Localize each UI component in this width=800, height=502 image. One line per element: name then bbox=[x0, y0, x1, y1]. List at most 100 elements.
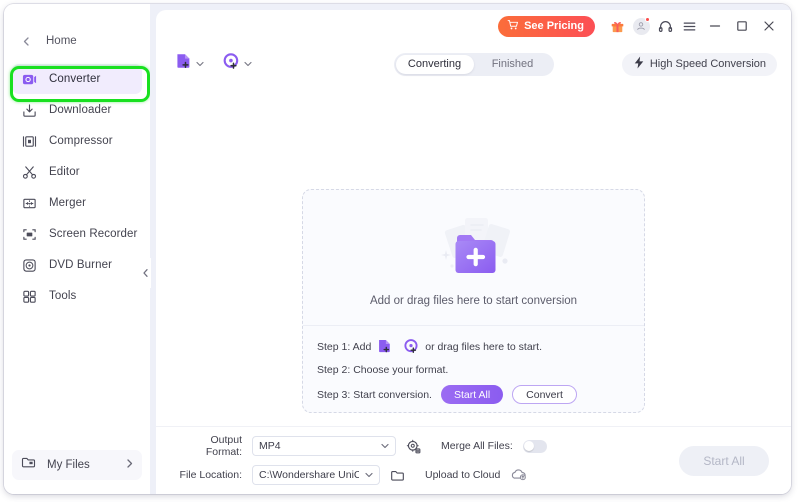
chevron-down-icon bbox=[381, 442, 389, 451]
dvd-burner-icon bbox=[21, 257, 38, 274]
downloader-icon bbox=[21, 102, 38, 119]
sidebar-item-label: Compressor bbox=[49, 135, 113, 147]
file-location-label: File Location: bbox=[174, 469, 242, 481]
step-3-prefix: Step 3: Start conversion. bbox=[317, 389, 432, 401]
my-files-label: My Files bbox=[47, 459, 127, 471]
sidebar-item-label: Converter bbox=[49, 73, 100, 85]
file-location-value: C:\Wondershare UniConverter bbox=[259, 469, 359, 481]
merge-all-files-label: Merge All Files: bbox=[441, 440, 513, 452]
main-panel: See Pricing bbox=[156, 10, 791, 494]
lightning-bolt-icon bbox=[633, 56, 645, 72]
add-file-button[interactable] bbox=[174, 52, 204, 76]
toolbar: Converting Finished High Speed Conversio… bbox=[156, 42, 791, 86]
sidebar-footer: My Files bbox=[4, 450, 150, 494]
dropzone-caption: Add or drag files here to start conversi… bbox=[370, 295, 577, 307]
minimize-icon[interactable] bbox=[703, 14, 727, 38]
high-speed-conversion-label: High Speed Conversion bbox=[650, 58, 766, 70]
step-1-suffix: or drag files here to start. bbox=[425, 341, 542, 353]
step-3: Step 3: Start conversion. Start All Conv… bbox=[317, 385, 630, 404]
sidebar-item-label: Downloader bbox=[49, 104, 111, 116]
scissors-icon bbox=[21, 164, 38, 181]
output-format-row: Output Format: MP4 bbox=[174, 436, 547, 456]
sidebar-item-merger[interactable]: Merger bbox=[12, 188, 142, 218]
sidebar-item-screen-recorder[interactable]: Screen Recorder bbox=[12, 219, 142, 249]
start-all-button[interactable]: Start All bbox=[679, 446, 769, 476]
file-dropzone[interactable]: Add or drag files here to start conversi… bbox=[302, 189, 645, 413]
tab-converting[interactable]: Converting bbox=[396, 55, 474, 74]
output-format-value: MP4 bbox=[259, 440, 375, 452]
maximize-icon[interactable] bbox=[730, 14, 754, 38]
merge-all-files-row: Merge All Files: bbox=[441, 440, 547, 453]
step-2-prefix: Step 2: Choose your format. bbox=[317, 364, 448, 376]
tools-grid-icon bbox=[21, 288, 38, 305]
footer-fields: Output Format: MP4 bbox=[174, 436, 547, 485]
footer-bar: Output Format: MP4 bbox=[156, 426, 791, 494]
start-all-inline-button[interactable]: Start All bbox=[441, 385, 503, 404]
add-file-icon bbox=[174, 52, 193, 76]
see-pricing-button[interactable]: See Pricing bbox=[498, 16, 595, 37]
step-1: Step 1: Add bbox=[317, 338, 630, 355]
add-disc-icon[interactable] bbox=[403, 338, 420, 355]
sidebar-item-label: Editor bbox=[49, 166, 80, 178]
upload-to-cloud-label: Upload to Cloud bbox=[425, 469, 500, 481]
sidebar-item-editor[interactable]: Editor bbox=[12, 157, 142, 187]
chevron-right-icon bbox=[127, 459, 133, 471]
output-format-select[interactable]: MP4 bbox=[252, 436, 396, 456]
sidebar-item-dvd-burner[interactable]: DVD Burner bbox=[12, 250, 142, 280]
status-tabs: Converting Finished bbox=[394, 53, 554, 76]
add-disc-icon bbox=[222, 52, 241, 76]
sidebar-collapse-handle[interactable] bbox=[140, 258, 151, 288]
sidebar-item-label: Merger bbox=[49, 197, 86, 209]
account-person-icon[interactable] bbox=[630, 15, 652, 37]
my-files-folder-icon bbox=[21, 455, 36, 475]
folder-open-icon[interactable] bbox=[390, 468, 405, 483]
titlebar: See Pricing bbox=[156, 10, 791, 42]
see-pricing-label: See Pricing bbox=[524, 20, 584, 32]
high-speed-conversion-button[interactable]: High Speed Conversion bbox=[622, 53, 777, 76]
output-format-label: Output Format: bbox=[174, 434, 242, 458]
sidebar: Home Converter bbox=[4, 4, 150, 494]
sidebar-item-label: DVD Burner bbox=[49, 259, 112, 271]
shopping-cart-icon bbox=[507, 19, 519, 34]
sidebar-item-converter[interactable]: Converter bbox=[12, 64, 142, 94]
chevron-down-icon bbox=[196, 60, 204, 69]
chevron-down-icon bbox=[365, 471, 373, 480]
sidebar-item-label: Screen Recorder bbox=[49, 228, 137, 240]
sidebar-item-downloader[interactable]: Downloader bbox=[12, 95, 142, 125]
hamburger-menu-icon[interactable] bbox=[678, 15, 700, 37]
content-area: Add or drag files here to start conversi… bbox=[156, 86, 791, 426]
file-location-row: File Location: C:\Wondershare UniConvert… bbox=[174, 465, 547, 485]
sidebar-home-label: Home bbox=[46, 35, 77, 47]
merge-all-files-toggle[interactable] bbox=[523, 440, 547, 453]
app-window: Home Converter bbox=[4, 4, 791, 494]
dropzone-steps: Step 1: Add bbox=[303, 326, 644, 404]
converter-icon bbox=[21, 71, 38, 88]
sidebar-item-compressor[interactable]: Compressor bbox=[12, 126, 142, 156]
gift-icon[interactable] bbox=[606, 15, 628, 37]
format-settings-icon[interactable] bbox=[406, 439, 421, 454]
file-location-select[interactable]: C:\Wondershare UniConverter bbox=[252, 465, 380, 485]
merger-icon bbox=[21, 195, 38, 212]
chevron-down-icon bbox=[244, 60, 252, 69]
add-disc-button[interactable] bbox=[222, 52, 252, 76]
notification-badge-dot bbox=[645, 17, 650, 22]
sidebar-item-label: Tools bbox=[49, 290, 76, 302]
convert-inline-button[interactable]: Convert bbox=[512, 385, 577, 404]
step-2: Step 2: Choose your format. bbox=[317, 364, 630, 376]
add-folder-icon bbox=[421, 209, 527, 290]
cloud-upload-icon[interactable] bbox=[510, 467, 527, 484]
add-file-icon[interactable] bbox=[376, 338, 393, 355]
step-1-prefix: Step 1: Add bbox=[317, 341, 371, 353]
tab-finished[interactable]: Finished bbox=[474, 55, 552, 74]
dropzone-top: Add or drag files here to start conversi… bbox=[303, 190, 644, 326]
sidebar-nav: Converter Downloader bbox=[4, 64, 150, 311]
sidebar-item-my-files[interactable]: My Files bbox=[12, 450, 142, 480]
close-icon[interactable] bbox=[757, 14, 781, 38]
sidebar-item-home[interactable]: Home bbox=[4, 28, 150, 54]
main-region: See Pricing bbox=[150, 4, 791, 494]
screen-recorder-icon bbox=[21, 226, 38, 243]
upload-to-cloud-row[interactable]: Upload to Cloud bbox=[425, 467, 527, 484]
compressor-icon bbox=[21, 133, 38, 150]
headset-icon[interactable] bbox=[654, 15, 676, 37]
sidebar-item-tools[interactable]: Tools bbox=[12, 281, 142, 311]
